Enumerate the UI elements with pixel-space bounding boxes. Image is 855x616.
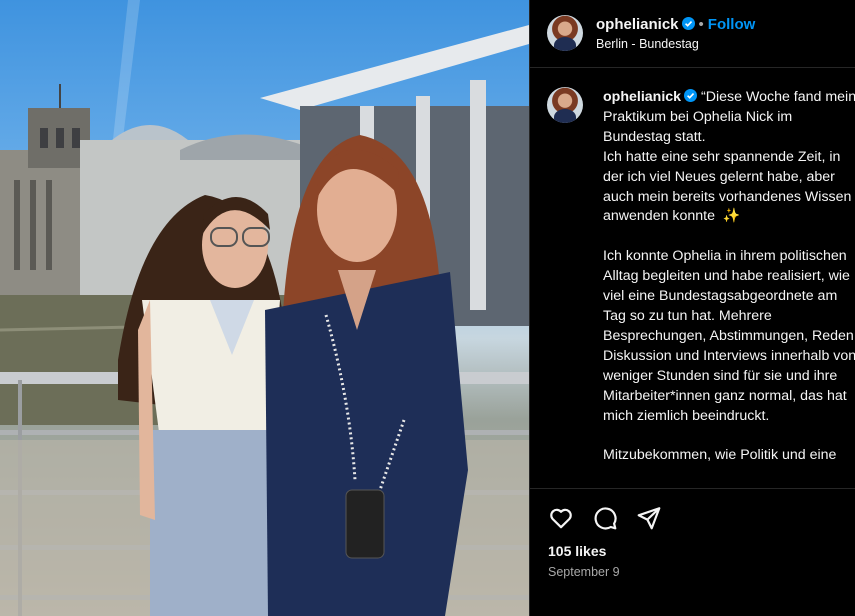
post-header: ophelianick • Follow Berlin - Bundestag [530,0,855,68]
verified-badge-icon [684,89,698,102]
paper-plane-icon[interactable] [636,505,662,531]
location-link[interactable]: Berlin - Bundestag [596,37,699,51]
heart-icon[interactable] [548,505,574,531]
follow-button[interactable]: Follow [708,16,756,33]
likes-count[interactable]: 105 likes [548,543,606,559]
avatar[interactable] [547,15,583,51]
post-details-panel: ophelianick • Follow Berlin - Bundestag op… [529,0,855,616]
comment-icon[interactable] [592,505,618,531]
username-link[interactable]: ophelianick [596,16,679,33]
caption: ophelianick “Diese Woche fand mein Prakt… [603,88,855,466]
header-user-line: ophelianick • Follow [596,16,755,33]
post-date: September 9 [548,565,620,579]
caption-section: ophelianick “Diese Woche fand mein Prakt… [530,69,855,487]
photo-scene [0,0,529,616]
verified-badge-icon [681,17,695,30]
post-photo[interactable] [0,0,529,616]
separator-dot: • [698,16,704,33]
caption-text: “Diese Woche fand mein Praktikum bei Oph… [603,89,855,464]
caption-avatar[interactable] [547,87,583,123]
post-actions: 105 likes September 9 [530,488,855,616]
caption-username-link[interactable]: ophelianick [603,89,681,105]
